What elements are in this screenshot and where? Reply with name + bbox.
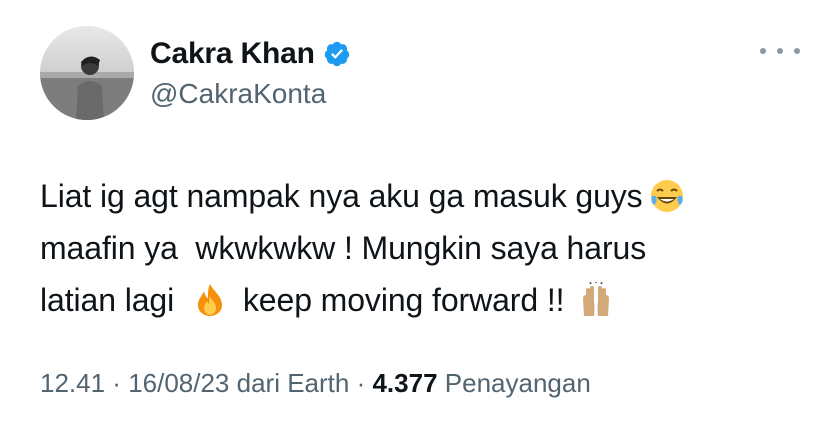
- more-dot: [760, 48, 766, 54]
- display-name-row: Cakra Khan: [150, 36, 351, 72]
- views-label: Penayangan: [437, 368, 591, 398]
- meta-separator: ·: [349, 368, 373, 398]
- tweet-text-segment: keep moving forward !!: [234, 282, 565, 318]
- tweet-line-1: Liat ig agt nampak nya aku ga masuk guys: [40, 170, 800, 222]
- tweet-text: Liat ig agt nampak nya aku ga masuk guys…: [40, 170, 800, 326]
- verified-badge-icon: [323, 40, 351, 68]
- more-dot: [794, 48, 800, 54]
- display-name[interactable]: Cakra Khan: [150, 37, 315, 71]
- face-with-tears-of-joy-emoji: [650, 180, 683, 212]
- fire-emoji: [198, 284, 223, 316]
- tweet-text-segment: Liat ig agt nampak nya aku ga masuk guys: [40, 178, 643, 214]
- tweet-text-segment: latian lagi: [40, 282, 175, 318]
- avatar[interactable]: [40, 26, 134, 120]
- more-dot: [777, 48, 783, 54]
- tweet-card: Cakra Khan @CakraKonta Liat ig agt nampa…: [0, 0, 828, 431]
- meta-separator: ·: [105, 368, 129, 398]
- profile-avatar-image: [40, 26, 134, 120]
- tweet-line-2: maafin ya wkwkwkw ! Mungkin saya harus: [40, 222, 800, 274]
- tweet-source: dari Earth: [229, 368, 350, 398]
- views-count[interactable]: 4.377: [372, 368, 437, 399]
- raising-hands-emoji: [583, 282, 610, 316]
- handle[interactable]: @CakraKonta: [150, 78, 351, 110]
- tweet-date[interactable]: 16/08/23: [128, 368, 229, 399]
- tweet-line-3: latian lagi keep moving forward !!: [40, 274, 800, 326]
- more-options-icon[interactable]: [760, 44, 800, 58]
- author-names: Cakra Khan @CakraKonta: [150, 36, 351, 110]
- tweet-header: Cakra Khan @CakraKonta: [40, 26, 800, 122]
- tweet-text-segment: maafin ya wkwkwkw ! Mungkin saya harus: [40, 230, 647, 266]
- tweet-time[interactable]: 12.41: [40, 368, 105, 399]
- tweet-meta: 12.41 · 16/08/23 dari Earth · 4.377 Pena…: [40, 368, 591, 399]
